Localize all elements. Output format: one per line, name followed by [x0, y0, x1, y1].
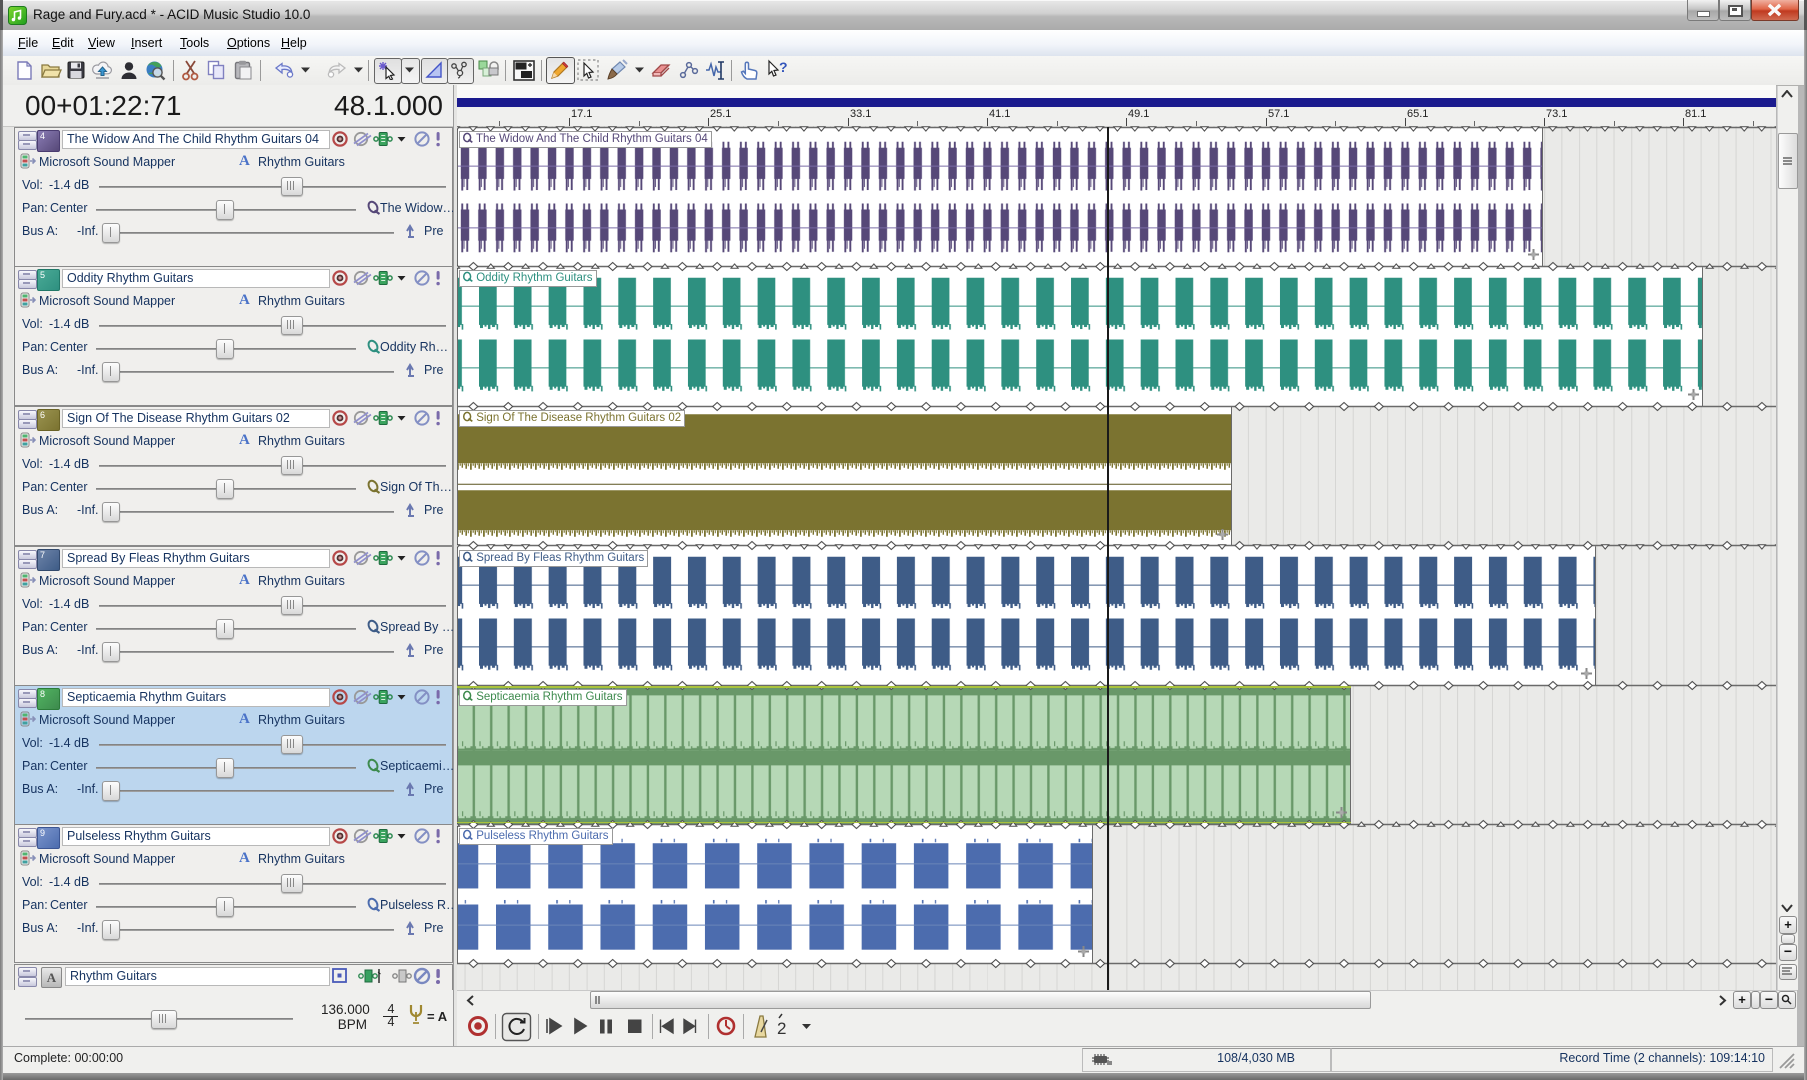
svg-text:?: ?	[779, 59, 788, 75]
svg-text:2: 2	[777, 1019, 786, 1038]
